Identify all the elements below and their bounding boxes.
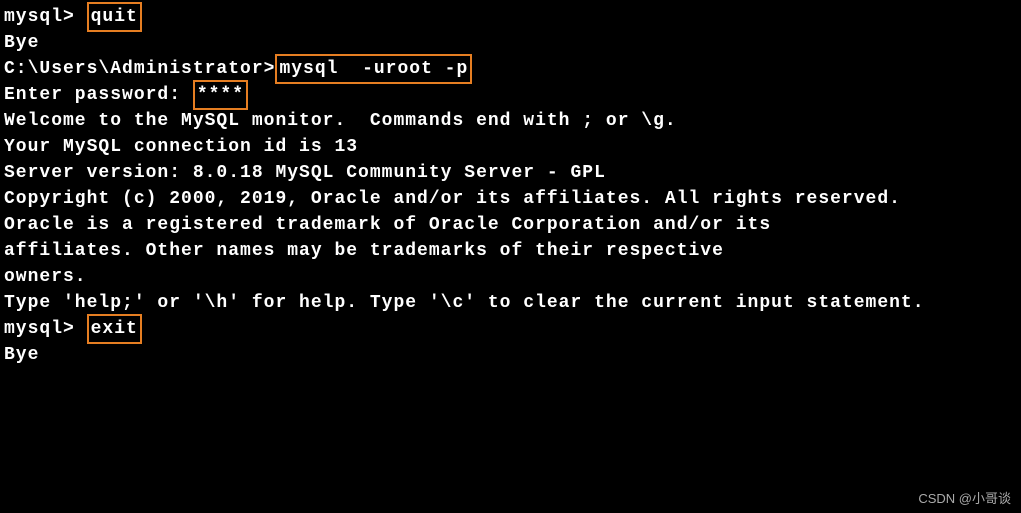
mysql-prompt: mysql>: [4, 7, 87, 27]
terminal-line: Welcome to the MySQL monitor. Commands e…: [4, 108, 1017, 134]
mysql-login-command-highlight: mysql -uroot -p: [275, 54, 472, 84]
mysql-prompt: mysql>: [4, 319, 87, 339]
terminal-line: affiliates. Other names may be trademark…: [4, 238, 1017, 264]
terminal-line: Your MySQL connection id is 13: [4, 134, 1017, 160]
terminal-line: Type 'help;' or '\h' for help. Type '\c'…: [4, 290, 1017, 316]
terminal-line: Copyright (c) 2000, 2019, Oracle and/or …: [4, 186, 1017, 212]
terminal-line: C:\Users\Administrator>mysql -uroot -p: [4, 56, 1017, 82]
terminal-line: Server version: 8.0.18 MySQL Community S…: [4, 160, 1017, 186]
terminal-line: Oracle is a registered trademark of Orac…: [4, 212, 1017, 238]
quit-command-highlight: quit: [87, 2, 142, 32]
password-label: Enter password:: [4, 85, 193, 105]
terminal-line: Enter password: ****: [4, 82, 1017, 108]
shell-prompt: C:\Users\Administrator>: [4, 59, 275, 79]
terminal-line: owners.: [4, 264, 1017, 290]
terminal-line: mysql> exit: [4, 316, 1017, 342]
password-highlight: ****: [193, 80, 248, 110]
terminal-line: Bye: [4, 342, 1017, 368]
exit-command-highlight: exit: [87, 314, 142, 344]
watermark: CSDN @小哥谈: [918, 488, 1011, 507]
terminal-line: mysql> quit: [4, 4, 1017, 30]
terminal-line: Bye: [4, 30, 1017, 56]
